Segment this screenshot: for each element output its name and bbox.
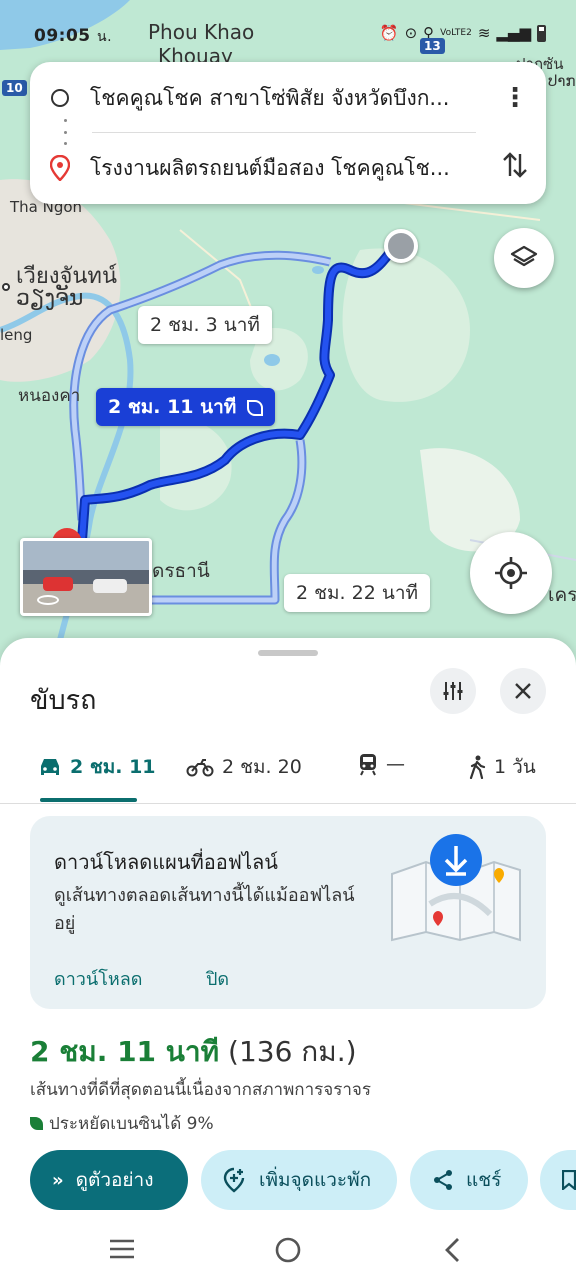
road-badge-left: 10 <box>2 80 27 96</box>
route-summary-time: 2 ชม. 11 นาที (136 กม.) <box>30 1030 357 1074</box>
back-icon[interactable] <box>442 1236 462 1264</box>
capital-marker-icon <box>2 283 10 291</box>
eco-leaf-icon <box>246 399 263 416</box>
map-label-vientiane-lao: ວຽງຈັນ <box>16 286 84 311</box>
route-tag-alt2[interactable]: 2 ชม. 22 นาที <box>284 574 431 612</box>
download-button[interactable]: ดาวน์โหลด <box>54 964 142 993</box>
share-icon <box>434 1170 452 1190</box>
origin-marker-icon[interactable] <box>384 229 418 263</box>
origin-field[interactable]: โชคคูณโชค สาขาโซ่พิสัย จังหวัดบึงก... <box>90 82 480 115</box>
card-divider <box>92 132 476 133</box>
crosshair-icon <box>495 557 527 589</box>
map-label-leng: leng <box>0 326 33 344</box>
rotate-360-icon <box>37 595 59 605</box>
tab-motorcycle[interactable]: 2 ชม. 20 <box>186 752 302 782</box>
map-label-right-edge: เคร <box>548 584 576 606</box>
map-label-udon: ดรธานี <box>152 560 210 582</box>
tab-transit[interactable]: — <box>358 752 405 776</box>
eco-savings-text: ประหยัดเบนซินได้ 9% <box>49 1114 214 1134</box>
my-location-button[interactable] <box>470 532 552 614</box>
save-button[interactable] <box>540 1150 576 1210</box>
route-input-card: โชคคูณโชค สาขาโซ่พิสัย จังหวัดบึงก... ⋮ … <box>30 62 546 204</box>
network-label: VoLTE2 <box>440 28 472 38</box>
alarm-icon: ⏰ <box>379 24 399 42</box>
car-icon <box>41 759 59 775</box>
share-label: แชร์ <box>466 1169 502 1191</box>
route-note: เส้นทางที่ดีที่สุดตอนนี้เนื่องจากสภาพการ… <box>30 1080 371 1100</box>
wifi-icon: ≋ <box>477 24 491 42</box>
offline-map-illustration-icon <box>391 834 521 942</box>
offline-title: ดาวน์โหลดแผนที่ออฟไลน์ <box>54 850 278 874</box>
map-view[interactable]: 09:05 น. ⏰ ⊙ ⚲ VoLTE2 ≋ ▂▄▆ Phou Khao Kh… <box>0 0 576 700</box>
tab-walking[interactable]: 1 วัน <box>468 752 536 782</box>
status-icons: ⏰ ⊙ ⚲ VoLTE2 ≋ ▂▄▆ <box>380 24 546 42</box>
more-options-icon[interactable]: ⋮ <box>502 83 528 113</box>
add-stop-label: เพิ่มจุดแวะพัก <box>259 1169 372 1191</box>
add-location-icon <box>223 1167 245 1193</box>
route-tag-alt1[interactable]: 2 ชม. 3 นาที <box>138 306 272 344</box>
tab-motorcycle-label: 2 ชม. 20 <box>222 756 302 778</box>
map-label-phou-khao: Phou Khao <box>148 20 255 44</box>
sheet-title: ขับรถ <box>30 685 97 716</box>
close-button[interactable] <box>500 668 546 714</box>
layers-button[interactable] <box>494 228 554 288</box>
tune-icon <box>443 682 463 700</box>
share-button[interactable]: แชร์ <box>410 1150 528 1210</box>
offline-map-card: ดาวน์โหลดแผนที่ออฟไลน์ ดูเส้นทางตลอดเส้น… <box>30 816 546 1009</box>
sheet-drag-handle[interactable] <box>258 650 318 656</box>
system-navigation-bar <box>0 1216 576 1280</box>
preview-label: ดูตัวอย่าง <box>75 1169 154 1191</box>
road-badge-top: 13 <box>420 38 445 54</box>
motorcycle-icon <box>186 759 214 777</box>
preview-button[interactable]: » ดูตัวอย่าง <box>30 1150 188 1210</box>
status-time: 09:05 น. <box>34 26 113 46</box>
destination-pin-small-icon <box>50 155 70 181</box>
sync-icon: ⊙ <box>404 24 418 42</box>
signal-icon: ▂▄▆ <box>496 24 531 42</box>
double-chevron-icon: » <box>52 1169 64 1191</box>
tab-driving[interactable]: 2 ชม. 11 <box>38 752 156 782</box>
eco-savings: ประหยัดเบนซินได้ 9% <box>30 1110 214 1137</box>
battery-icon <box>537 24 546 42</box>
route-options-button[interactable] <box>430 668 476 714</box>
tab-walking-label: 1 วัน <box>494 756 536 778</box>
bookmark-icon <box>562 1170 576 1190</box>
offline-description: ดูเส้นทางตลอดเส้นทางนี้ได้แม้ออฟไลน์อยู่ <box>54 885 355 934</box>
recent-apps-icon[interactable] <box>108 1238 136 1260</box>
destination-field[interactable]: โรงงานผลิตรถยนต์มือสอง โชคคูณโช... <box>90 152 480 185</box>
route-distance: (136 กม.) <box>228 1035 357 1068</box>
route-duration: 2 ชม. 11 นาที <box>30 1035 220 1068</box>
eco-leaf-small-icon <box>30 1117 43 1130</box>
map-label-nong-khai: หนองคา <box>18 386 81 406</box>
tab-transit-label: — <box>386 753 405 775</box>
route-tag-main[interactable]: 2 ชม. 11 นาที <box>96 388 275 426</box>
status-bar: 09:05 น. ⏰ ⊙ ⚲ VoLTE2 ≋ ▂▄▆ <box>0 18 576 50</box>
swap-icon[interactable] <box>502 150 528 187</box>
destination-row[interactable]: โรงงานผลิตรถยนต์มือสอง โชคคูณโช... <box>30 138 546 198</box>
home-icon[interactable] <box>274 1236 302 1264</box>
add-stop-button[interactable]: เพิ่มจุดแวะพัก <box>201 1150 397 1210</box>
directions-sheet: ขับรถ 2 ชม. 11 2 ชม. 20 — 1 วัน ดาวน์โหล… <box>0 638 576 1280</box>
route-tag-main-label: 2 ชม. 11 นาที <box>108 396 237 418</box>
map-label-pak-san-lao: ປາກ <box>548 72 576 90</box>
origin-circle-icon <box>51 89 69 107</box>
active-tab-indicator <box>40 798 137 802</box>
tab-driving-label: 2 ชม. 11 <box>70 756 156 778</box>
street-view-car2-icon <box>93 579 127 593</box>
travel-mode-tabs: 2 ชม. 11 2 ชม. 20 — 1 วัน <box>0 738 576 804</box>
dismiss-button[interactable]: ปิด <box>206 964 229 993</box>
close-icon <box>515 683 531 699</box>
walk-icon <box>469 755 486 779</box>
origin-row[interactable]: โชคคูณโชค สาขาโซ่พิสัย จังหวัดบึงก... ⋮ <box>30 68 546 128</box>
layers-icon <box>510 245 538 267</box>
train-icon <box>360 754 376 776</box>
street-view-car-icon <box>43 577 73 591</box>
street-view-thumbnail[interactable] <box>20 538 152 616</box>
